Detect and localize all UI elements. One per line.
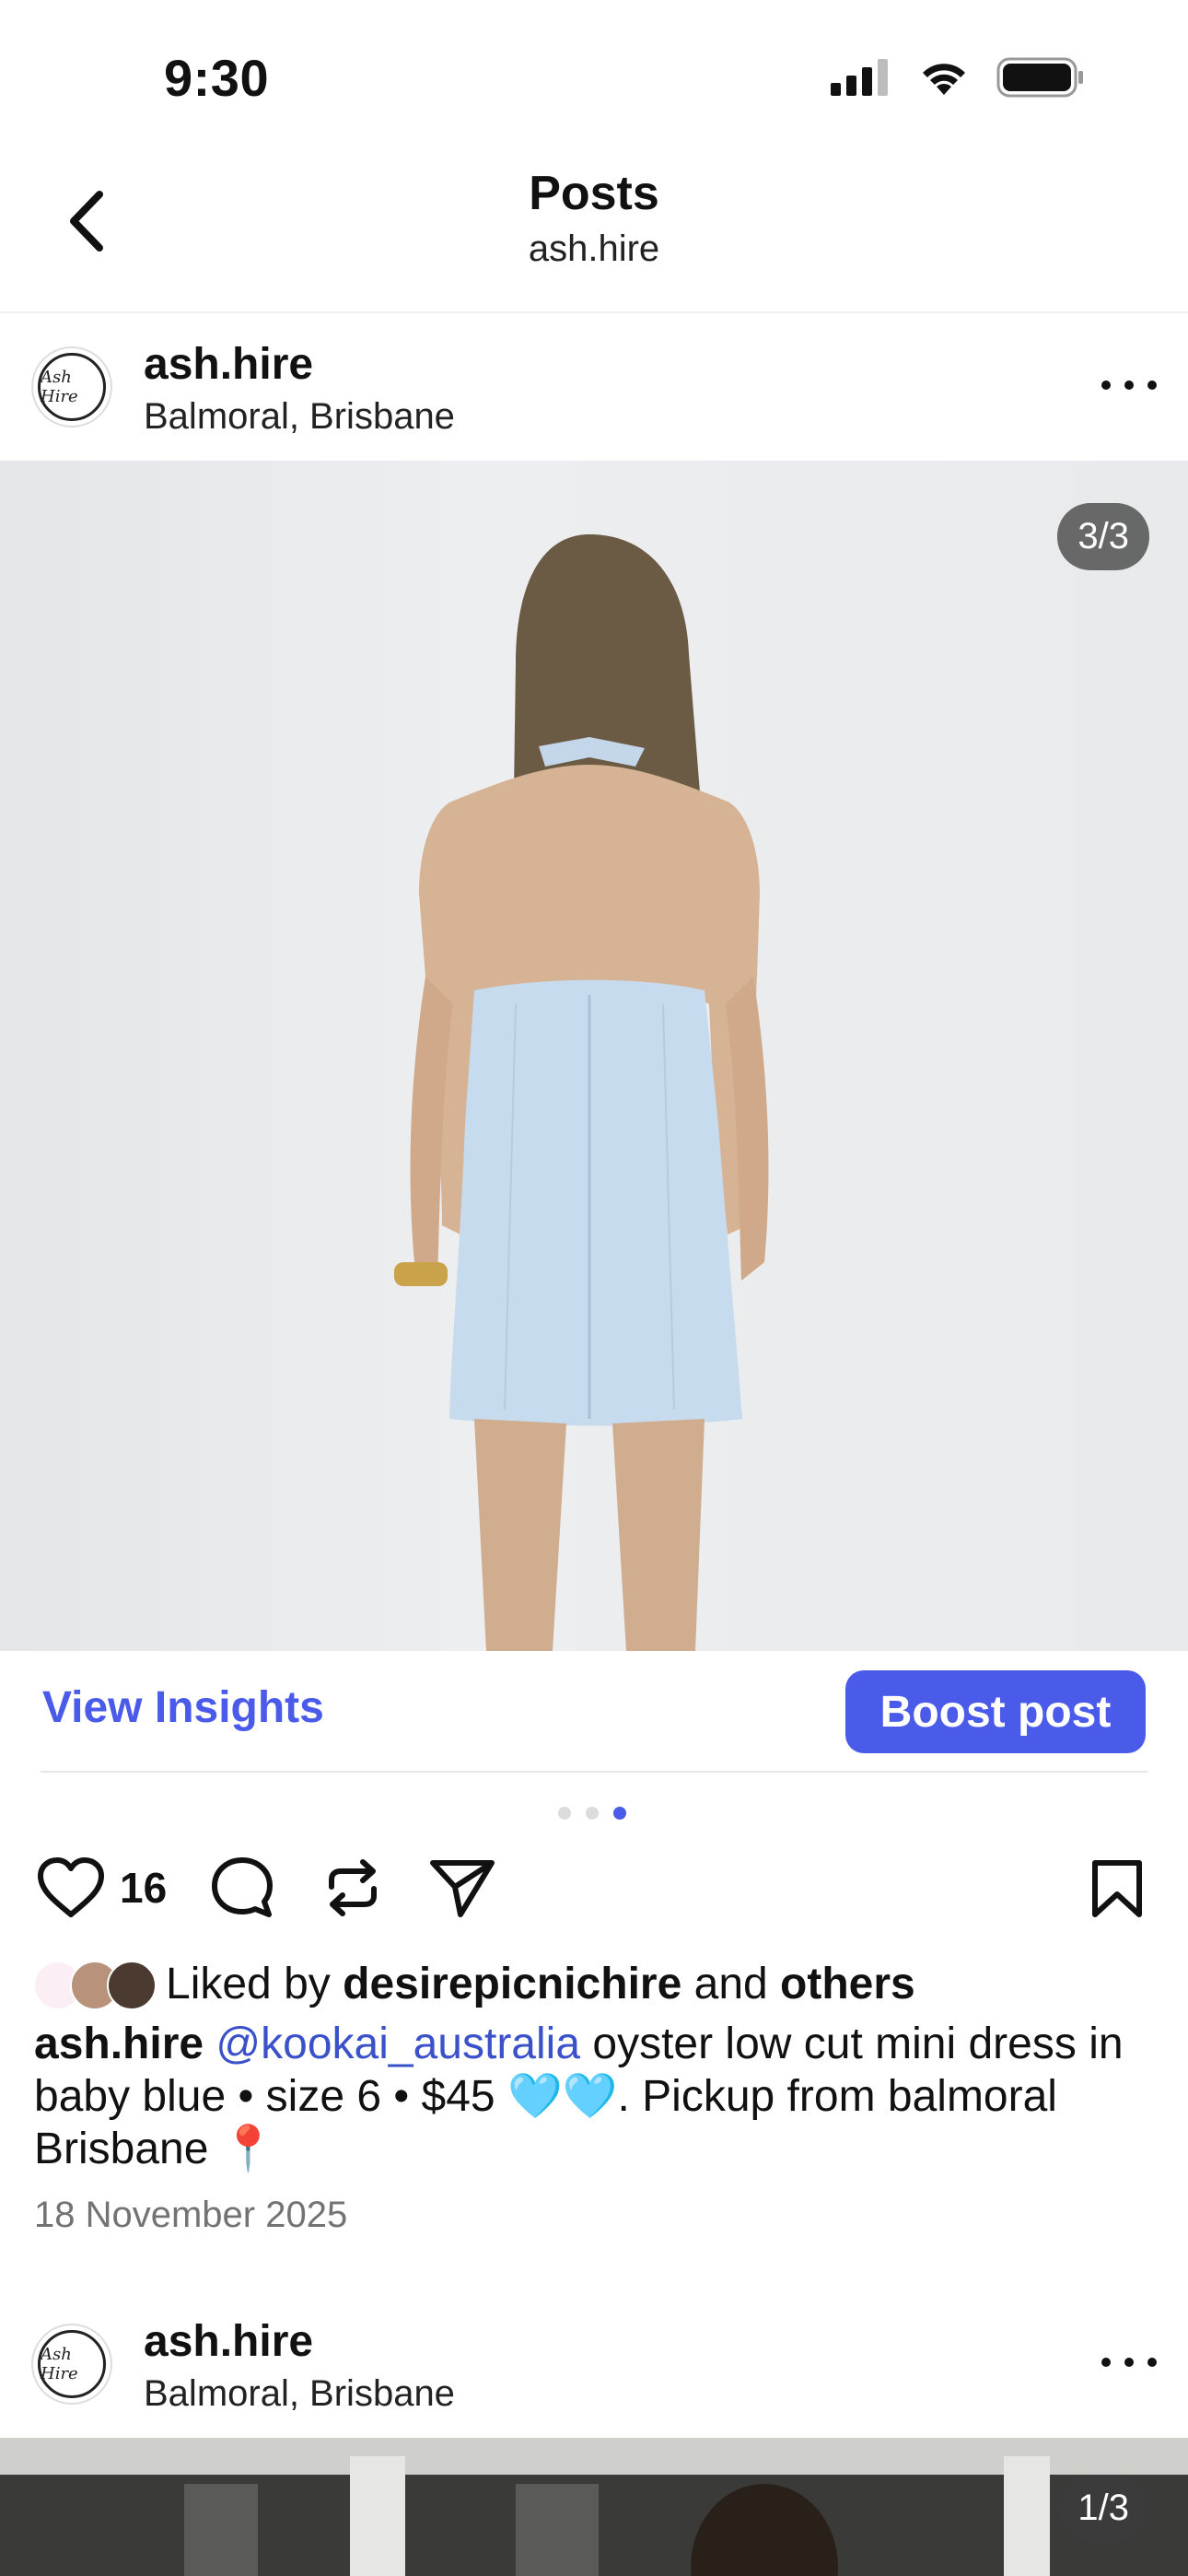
image-counter-badge: 3/3 <box>1057 503 1149 570</box>
share-button[interactable] <box>429 1857 495 1925</box>
header-divider <box>0 311 1188 313</box>
liked-by-text[interactable]: Liked by desirepicnichire and others <box>166 1959 915 2009</box>
dot <box>1147 2358 1157 2367</box>
avatar-logo: Ash Hire <box>38 2330 106 2398</box>
battery-icon <box>996 57 1083 98</box>
cellular-signal-icon <box>831 59 888 96</box>
post-username[interactable]: ash.hire <box>144 2316 313 2367</box>
more-options-button[interactable] <box>1101 367 1157 404</box>
liked-by-others[interactable]: others <box>780 1960 915 2008</box>
carousel-dot <box>586 1807 599 1820</box>
save-button[interactable] <box>1090 1859 1144 1923</box>
liker-avatar <box>107 1961 157 2010</box>
comment-icon <box>212 1857 273 1917</box>
carousel-indicator <box>558 1807 626 1820</box>
caption-username[interactable]: ash.hire <box>34 2020 204 2068</box>
page-subtitle: ash.hire <box>528 228 660 269</box>
dot <box>1124 2358 1134 2367</box>
like-count[interactable]: 16 <box>120 1863 167 1913</box>
dot <box>1101 2358 1111 2367</box>
view-insights-link[interactable]: View Insights <box>42 1682 324 1733</box>
liked-by-and: and <box>681 1960 781 2008</box>
post-date: 18 November 2025 <box>34 2195 348 2235</box>
venue-scene <box>0 2438 1188 2576</box>
carousel-dot <box>558 1807 571 1820</box>
insights-divider <box>41 1771 1147 1773</box>
send-icon <box>430 1860 495 1917</box>
dot <box>1101 381 1111 390</box>
dot <box>1124 381 1134 390</box>
more-options-button[interactable] <box>1101 2344 1157 2381</box>
page-title: Posts <box>529 167 659 220</box>
heart-icon <box>38 1857 104 1917</box>
carousel-dot-active <box>613 1807 626 1820</box>
repost-button[interactable] <box>320 1856 385 1925</box>
repost-icon <box>329 1859 377 1916</box>
model-figure <box>394 534 769 1651</box>
boost-post-button[interactable]: Boost post <box>845 1670 1146 1753</box>
liked-by-avatars[interactable] <box>33 1959 162 2010</box>
wifi-icon <box>923 64 965 95</box>
post-location[interactable]: Balmoral, Brisbane <box>144 2373 455 2415</box>
post-caption: ash.hire @kookai_australia oyster low cu… <box>34 2018 1158 2175</box>
status-time: 9:30 <box>164 49 270 107</box>
post-username[interactable]: ash.hire <box>144 339 313 390</box>
liked-by-user[interactable]: desirepicnichire <box>343 1960 681 2008</box>
image-counter-badge: 1/3 <box>1057 2475 1149 2542</box>
avatar-logo: Ash Hire <box>38 353 106 421</box>
comment-button[interactable] <box>210 1856 274 1925</box>
post-image[interactable]: 1/3 <box>0 2438 1188 2576</box>
post-location[interactable]: Balmoral, Brisbane <box>144 396 455 438</box>
bookmark-icon <box>1092 1860 1142 1917</box>
liked-by-prefix: Liked by <box>166 1960 344 2008</box>
post-image[interactable]: 3/3 <box>0 461 1188 1651</box>
avatar[interactable]: Ash Hire <box>31 2324 112 2405</box>
like-button[interactable] <box>37 1857 105 1923</box>
caption-mention[interactable]: @kookai_australia <box>215 2020 580 2068</box>
status-icons <box>831 57 1085 98</box>
dot <box>1147 381 1157 390</box>
avatar[interactable]: Ash Hire <box>31 346 112 427</box>
